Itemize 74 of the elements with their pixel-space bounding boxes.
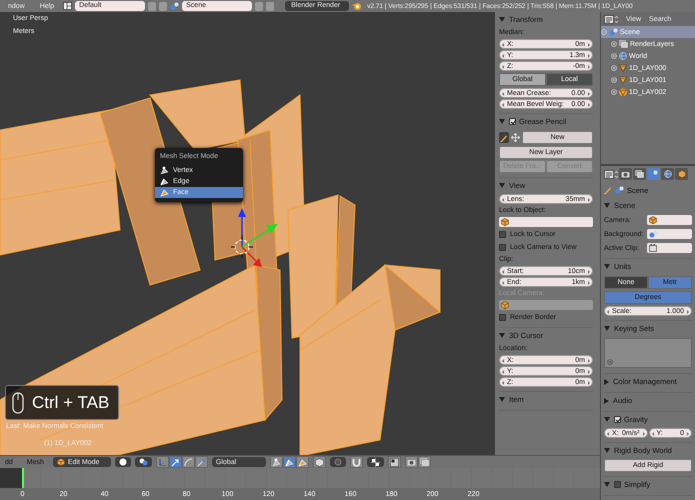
pencil-icon — [500, 134, 508, 142]
toolbar-button[interactable] — [282, 456, 296, 468]
arrow-icon — [170, 458, 180, 466]
editor-type-icon — [604, 14, 618, 24]
icon-dropdown[interactable] — [366, 457, 384, 467]
editor-type-icon — [604, 170, 618, 178]
camera-icon — [406, 458, 416, 466]
transform-gizmo-icon — [238, 208, 278, 267]
expand-toggle-icon[interactable] — [611, 89, 617, 95]
checkbox[interactable] — [614, 416, 621, 423]
spheres-icon — [170, 2, 180, 10]
sphere-icon — [118, 458, 127, 466]
vertex-select-icon — [272, 458, 281, 466]
properties-tab[interactable] — [647, 168, 660, 180]
expand-toggle-icon[interactable] — [611, 65, 617, 71]
checkbox[interactable] — [499, 314, 506, 321]
expand-toggle-icon[interactable] — [601, 29, 607, 35]
checkbox[interactable] — [509, 118, 516, 125]
scale-icon — [196, 458, 206, 466]
toolbar-button[interactable] — [168, 456, 182, 468]
mouse-icon — [12, 392, 24, 414]
properties-tab[interactable] — [633, 168, 646, 180]
camera-icon — [621, 170, 630, 178]
magnet-icon — [352, 458, 361, 466]
move-arrows-icon — [511, 133, 520, 142]
toolbar-button[interactable] — [350, 456, 363, 468]
checkbox[interactable] — [499, 231, 506, 238]
toolbar-button[interactable] — [270, 456, 283, 468]
properties-tab[interactable] — [661, 168, 674, 180]
film-clip-icon — [649, 244, 657, 252]
toolbar-button[interactable] — [194, 456, 208, 468]
checkbox[interactable] — [614, 481, 621, 488]
checkbox[interactable] — [499, 244, 506, 251]
pencil-icon — [604, 186, 612, 194]
expand-toggle-icon[interactable] — [611, 41, 617, 47]
edge-select-icon — [284, 458, 294, 466]
object-field[interactable] — [647, 215, 692, 225]
spheres-icon — [649, 170, 658, 178]
toolbar-button[interactable] — [418, 456, 431, 468]
expand-toggle-icon[interactable] — [611, 77, 617, 83]
axes-icon — [158, 458, 167, 466]
object-field[interactable] — [499, 217, 593, 227]
object-field[interactable] — [647, 229, 692, 239]
spheres-icon — [615, 186, 624, 194]
logo-icon — [352, 2, 362, 10]
globe-icon — [664, 170, 672, 178]
image-stack-icon — [420, 458, 429, 466]
toolbar-button[interactable] — [182, 456, 195, 468]
pencil-dropdown-button[interactable] — [499, 132, 509, 143]
icon-dropdown[interactable] — [134, 457, 152, 467]
properties-tab[interactable] — [619, 168, 632, 180]
3d-cursor-icon — [230, 236, 254, 258]
icon-dropdown[interactable] — [114, 457, 131, 467]
pivot-icon — [138, 458, 148, 466]
properties-tab[interactable] — [675, 168, 688, 180]
face-select-icon — [298, 458, 307, 466]
arc-icon — [184, 458, 193, 466]
vertex-select-icon — [160, 166, 169, 175]
image-stack-icon — [635, 170, 644, 178]
toolbar-button[interactable] — [388, 456, 401, 468]
toolbar-button[interactable] — [296, 456, 309, 468]
toolbar-button[interactable] — [312, 456, 326, 468]
screen-layout-icon — [63, 2, 72, 10]
expand-toggle-icon[interactable] — [611, 53, 617, 59]
layers-icon — [390, 458, 399, 466]
plus-icon — [607, 359, 613, 365]
object-field[interactable] — [647, 243, 692, 253]
spheres-icon — [649, 230, 658, 238]
toolbar-button[interactable] — [404, 456, 418, 468]
shortcut-text: Ctrl + TAB — [32, 392, 110, 412]
snap-target-icon — [370, 458, 380, 466]
face-select-icon — [160, 188, 169, 197]
edge-select-icon — [160, 177, 169, 186]
current-frame-marker[interactable] — [22, 468, 24, 488]
